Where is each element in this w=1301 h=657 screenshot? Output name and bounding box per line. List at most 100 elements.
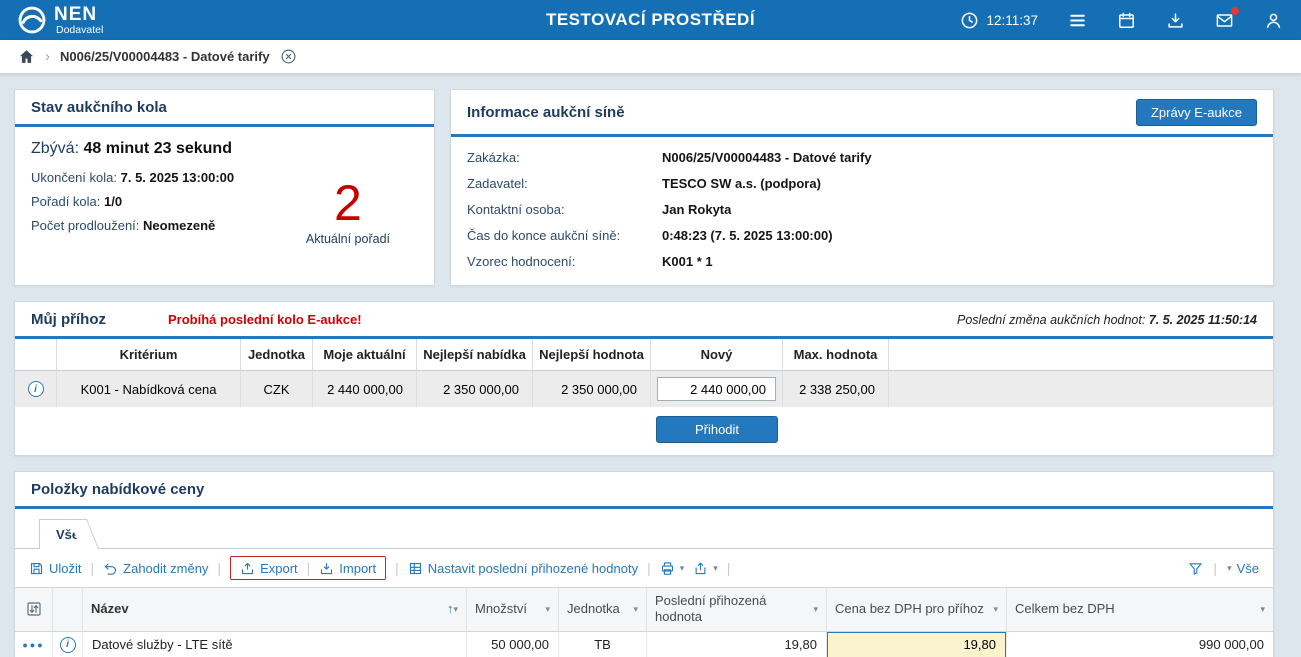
page: NEN Dodavatel TESTOVACÍ PROSTŘEDÍ 12:11:… — [0, 0, 1301, 657]
extensions-label: Počet prodloužení: — [31, 218, 139, 233]
room-end-label: Čas do konce aukční síně: — [467, 228, 662, 243]
share-button[interactable]: ▾ — [693, 561, 718, 576]
undo-icon — [103, 561, 118, 576]
info-icon[interactable]: i — [60, 637, 76, 653]
my-bid-panel: Můj příhoz Probíhá poslední kolo E-aukce… — [14, 301, 1274, 456]
formula-label: Vzorec hodnocení: — [467, 254, 662, 269]
header-jednotka: Jednotka — [241, 339, 313, 371]
price-items-title: Položky nabídkové ceny — [31, 481, 204, 498]
share-caret-icon: ▾ — [713, 563, 718, 574]
row-price-cell — [827, 632, 1007, 657]
room-end-row: Čas do konce aukční síně: 0:48:23 (7. 5.… — [467, 228, 1257, 243]
clock-time: 12:11:37 — [986, 13, 1038, 28]
header-max-hodnota: Max. hodnota — [783, 339, 889, 371]
current-order-label: Aktuální pořadí — [306, 232, 390, 246]
last-round-warning: Probíhá poslední kolo E-aukce! — [168, 312, 362, 327]
printer-icon — [660, 561, 675, 576]
header-nazev[interactable]: Název ↑ ▾ — [83, 588, 467, 632]
table-values-icon — [408, 561, 423, 576]
topbar: NEN Dodavatel TESTOVACÍ PROSTŘEDÍ 12:11:… — [0, 0, 1301, 40]
filter-caret-icon: ▾ — [1227, 563, 1232, 574]
row-last-bid: 19,80 — [647, 632, 827, 657]
session-clock: 12:11:37 — [960, 11, 1038, 30]
set-last-bid-values-button[interactable]: Nastavit poslední přihozené hodnoty — [408, 561, 638, 576]
current-order-number: 2 — [306, 178, 390, 228]
header-info-col — [53, 588, 83, 632]
toolbar-right-group: | ▾ Vše — [1188, 560, 1259, 576]
round-end-value: 7. 5. 2025 13:00:00 — [121, 170, 234, 185]
header-filler — [889, 339, 1273, 371]
price-input[interactable] — [827, 632, 1006, 657]
last-change-value: 7. 5. 2025 11:50:14 — [1149, 313, 1257, 327]
user-icon[interactable] — [1264, 11, 1283, 30]
clock-icon — [960, 11, 979, 30]
bid-row-new-cell — [651, 371, 783, 407]
my-bid-title: Můj příhoz — [31, 311, 106, 328]
mnozstvi-filter-caret-icon[interactable]: ▾ — [545, 604, 550, 615]
close-tab-icon[interactable] — [280, 48, 297, 65]
header-info-spacer — [15, 339, 57, 371]
column-chooser-icon[interactable] — [26, 601, 42, 617]
bid-row-info-cell: i — [15, 371, 57, 407]
menu-icon[interactable] — [1068, 11, 1087, 30]
round-order-value: 1/0 — [104, 194, 122, 209]
place-bid-button[interactable]: Přihodit — [656, 416, 778, 443]
print-caret-icon: ▾ — [680, 563, 685, 574]
current-order-indicator: 2 Aktuální pořadí — [306, 178, 390, 246]
header-cena-bez-dph[interactable]: Cena bez DPH pro příhoz ▾ — [827, 588, 1007, 632]
bid-row-unit: CZK — [241, 371, 313, 407]
filter-icon[interactable] — [1188, 561, 1203, 576]
header-mnozstvi[interactable]: Množství ▾ — [467, 588, 559, 632]
nen-home-link[interactable]: NEN Dodavatel — [18, 5, 103, 36]
breadcrumb: › N006/25/V00004483 - Datové tarify — [0, 40, 1301, 74]
items-tab-strip: Vše — [15, 509, 1273, 549]
export-button[interactable]: Export — [240, 561, 298, 576]
nazev-filter-caret-icon[interactable]: ▾ — [453, 604, 458, 615]
brand-subtitle: Dodavatel — [56, 25, 103, 36]
header-celkem-bez-dph[interactable]: Celkem bez DPH ▾ — [1007, 588, 1273, 632]
calendar-icon[interactable] — [1117, 11, 1136, 30]
row-total: 990 000,00 — [1007, 632, 1273, 657]
eauction-messages-button[interactable]: Zprávy E-aukce — [1136, 99, 1257, 126]
contract-label: Zakázka: — [467, 150, 662, 165]
discard-changes-button[interactable]: Zahodit změny — [103, 561, 208, 576]
round-order-label: Pořadí kola: — [31, 194, 100, 209]
bid-row-filler — [889, 371, 1273, 407]
formula-value: K001 * 1 — [662, 254, 713, 269]
contact-label: Kontaktní osoba: — [467, 202, 662, 217]
home-icon[interactable] — [18, 48, 35, 65]
last-change-note: Poslední změna aukčních hodnot: 7. 5. 20… — [957, 313, 1257, 327]
bid-row-my-current: 2 440 000,00 — [313, 371, 417, 407]
room-end-value: 0:48:23 (7. 5. 2025 13:00:00) — [662, 228, 833, 243]
tab-all[interactable]: Vše — [39, 519, 83, 549]
bid-row-best-offer: 2 350 000,00 — [417, 371, 533, 407]
save-icon — [29, 561, 44, 576]
row-name: Datové služby - LTE sítě — [83, 632, 467, 657]
remaining-value: 48 minut 23 sekund — [83, 140, 232, 157]
header-posledni-prihozena[interactable]: Poslední přihozená hodnota ▾ — [647, 588, 827, 632]
authority-value: TESCO SW a.s. (podpora) — [662, 176, 821, 191]
new-bid-input[interactable] — [657, 377, 776, 401]
save-button[interactable]: Uložit — [29, 561, 82, 576]
items-toolbar: Uložit | Zahodit změny | Export — [15, 549, 1273, 587]
breadcrumb-separator: › — [45, 48, 50, 65]
jednotka-filter-caret-icon[interactable]: ▾ — [633, 604, 638, 615]
import-button[interactable]: Import — [319, 561, 376, 576]
header-jednotka-items[interactable]: Jednotka ▾ — [559, 588, 647, 632]
filter-preset-dropdown[interactable]: ▾ Vše — [1227, 561, 1259, 576]
breadcrumb-current[interactable]: N006/25/V00004483 - Datové tarify — [60, 49, 270, 64]
auction-round-title: Stav aukčního kola — [31, 99, 167, 116]
share-icon — [693, 561, 708, 576]
print-button[interactable]: ▾ — [660, 561, 685, 576]
contract-value: N006/25/V00004483 - Datové tarify — [662, 150, 872, 165]
info-icon[interactable]: i — [28, 381, 44, 397]
download-icon[interactable] — [1166, 11, 1185, 30]
bid-row-criterion: K001 - Nabídková cena — [57, 371, 241, 407]
posledni-filter-caret-icon[interactable]: ▾ — [813, 604, 818, 615]
celkem-filter-caret-icon[interactable]: ▾ — [1260, 604, 1265, 615]
header-moje-aktualni: Moje aktuální — [313, 339, 417, 371]
messages-icon-wrapper[interactable] — [1215, 11, 1234, 30]
header-nejlepsi-nabidka: Nejlepší nabídka — [417, 339, 533, 371]
row-actions[interactable]: ●●● — [15, 632, 53, 657]
cena-filter-caret-icon[interactable]: ▾ — [993, 604, 998, 615]
